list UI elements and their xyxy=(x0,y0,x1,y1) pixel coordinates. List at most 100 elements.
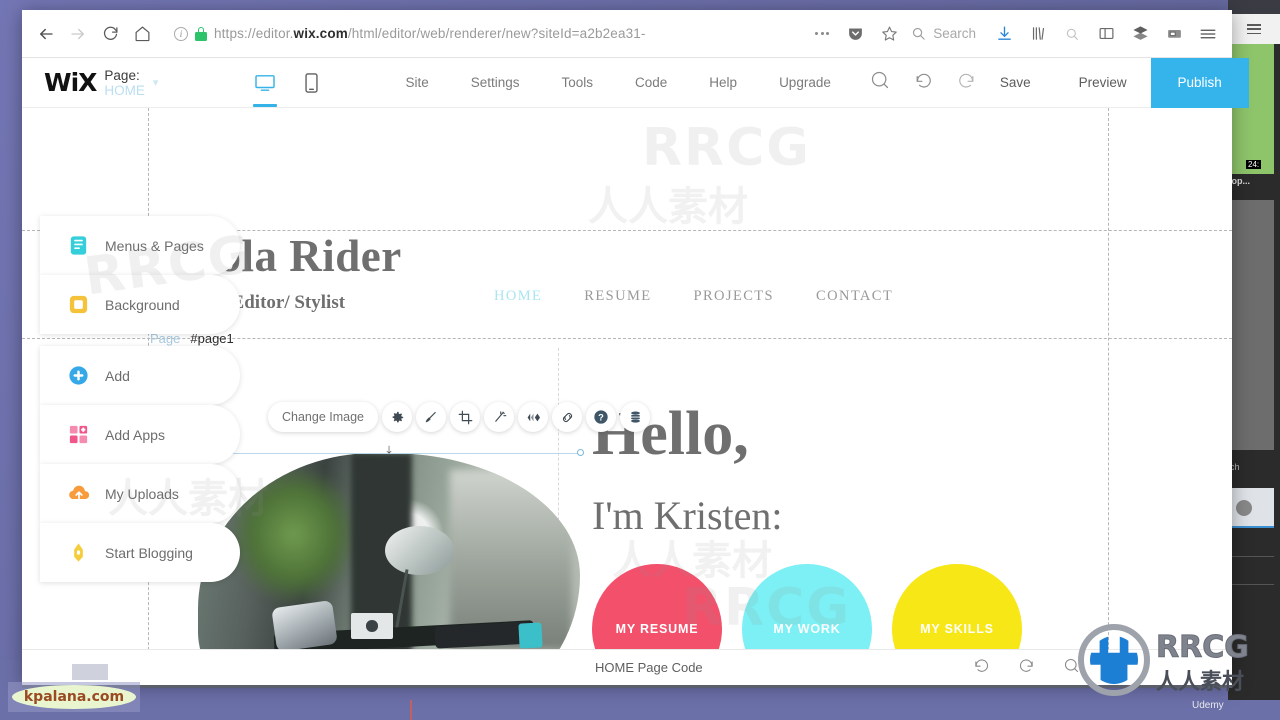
logo-text: RRCG xyxy=(1156,630,1250,666)
search-icon xyxy=(913,27,925,40)
watermark-kpalana-text: kpalana.com xyxy=(12,685,136,709)
address-bar[interactable]: i https://editor.wix.com/html/editor/web… xyxy=(164,18,801,50)
udemy-label: Udemy xyxy=(1192,700,1224,711)
circle-label: MY RESUME xyxy=(615,622,699,636)
panel-item-add[interactable]: Add xyxy=(40,346,240,405)
browser-search-field[interactable]: Search xyxy=(907,26,986,41)
panel-item-background[interactable]: Background xyxy=(40,275,240,334)
guide-right xyxy=(1108,108,1109,685)
panel-item-start-blogging[interactable]: Start Blogging xyxy=(40,523,240,582)
url-text: https://editor.wix.com/html/editor/web/r… xyxy=(214,26,646,41)
device-toggle xyxy=(250,67,326,107)
background-icon xyxy=(66,292,91,317)
watermark-kpalana: kpalana.com xyxy=(8,682,140,712)
panel-item-label: Menus & Pages xyxy=(105,237,204,254)
panel-item-my-uploads[interactable]: My Uploads xyxy=(40,464,240,523)
selection-handle[interactable] xyxy=(577,449,584,456)
brush-icon[interactable] xyxy=(416,402,447,432)
wix-editor-topbar: WiX Page: HOME ▾ Site Settings Tools Cod… xyxy=(22,57,1249,108)
home-icon[interactable] xyxy=(126,18,158,50)
downloads-icon[interactable] xyxy=(988,18,1020,50)
play-icon[interactable] xyxy=(1236,500,1252,516)
gear-icon[interactable] xyxy=(382,402,413,432)
add-apps-icon xyxy=(66,422,91,447)
redo-icon[interactable] xyxy=(1018,657,1035,679)
forward-arrow-icon[interactable] xyxy=(62,18,94,50)
magic-wand-icon[interactable] xyxy=(484,402,515,432)
menu-item-code[interactable]: Code xyxy=(614,75,688,90)
panel-item-label: Add Apps xyxy=(105,426,165,443)
pages-icon xyxy=(66,233,91,258)
background-window-divider xyxy=(1228,556,1274,557)
library-icon[interactable] xyxy=(1022,18,1054,50)
hero-heading-line2[interactable]: I'm Kristen: xyxy=(592,496,783,536)
panel-item-label: Add xyxy=(105,367,130,384)
zoom-out-icon[interactable] xyxy=(870,70,890,95)
sidebar-icon[interactable] xyxy=(1090,18,1122,50)
mobile-icon[interactable] xyxy=(296,67,326,99)
preview-button[interactable]: Preview xyxy=(1055,75,1151,90)
taskbar-indicator xyxy=(410,700,412,720)
taskbar-thumbnail[interactable] xyxy=(72,664,108,680)
sync-icon[interactable] xyxy=(1056,18,1088,50)
site-info-icon[interactable]: i xyxy=(174,26,188,41)
hamburger-menu-icon[interactable] xyxy=(1192,18,1224,50)
lock-icon[interactable] xyxy=(195,26,207,41)
editor-stage[interactable]: Nicola Rider ashion Editor/ Stylist HOME… xyxy=(22,108,1232,685)
publish-button[interactable]: Publish xyxy=(1150,57,1249,108)
help-icon[interactable]: ? xyxy=(586,402,617,432)
site-nav-resume[interactable]: RESUME xyxy=(584,288,651,305)
browser-toolbar-right: Search xyxy=(807,18,1224,50)
crop-icon[interactable] xyxy=(450,402,481,432)
site-nav-contact[interactable]: CONTACT xyxy=(816,288,893,305)
undo-icon[interactable] xyxy=(973,657,990,679)
svg-text:?: ? xyxy=(598,412,604,422)
hamburger-menu-icon[interactable] xyxy=(1247,24,1261,34)
screen: 24: rop... ch i https://editor.wix.com/h… xyxy=(0,0,1280,720)
uploads-icon xyxy=(66,481,91,506)
containers-icon[interactable] xyxy=(1124,18,1156,50)
panel-item-add-apps[interactable]: Add Apps xyxy=(40,405,240,464)
menu-item-site[interactable]: Site xyxy=(384,75,449,90)
menu-item-settings[interactable]: Settings xyxy=(450,75,541,90)
animation-icon[interactable] xyxy=(518,402,549,432)
panel-item-menus-and-pages[interactable]: Menus & Pages xyxy=(40,216,240,275)
change-image-button[interactable]: Change Image xyxy=(268,402,379,432)
site-nav-projects[interactable]: PROJECTS xyxy=(694,288,775,305)
desktop-icon[interactable] xyxy=(250,67,280,107)
database-icon[interactable] xyxy=(620,402,651,432)
circle-label: MY WORK xyxy=(773,622,841,636)
chevron-down-icon[interactable]: ▾ xyxy=(153,76,159,89)
panel-item-label: My Uploads xyxy=(105,485,179,502)
wix-logo[interactable]: WiX xyxy=(44,68,97,97)
search-placeholder: Search xyxy=(933,26,976,41)
window-bottom-edge xyxy=(22,685,1232,688)
browser-navigation-bar: i https://editor.wix.com/html/editor/web… xyxy=(22,10,1232,58)
site-nav-home[interactable]: HOME xyxy=(494,288,542,305)
menu-item-tools[interactable]: Tools xyxy=(541,75,615,90)
background-window-divider xyxy=(1228,584,1274,585)
bookmark-star-icon[interactable] xyxy=(873,18,905,50)
panel-item-label: Background xyxy=(105,296,180,313)
wix-menu: Site Settings Tools Code Help Upgrade xyxy=(384,75,851,90)
link-icon[interactable] xyxy=(552,402,583,432)
redo-icon[interactable] xyxy=(957,71,976,95)
udemy-badge: Udemy xyxy=(1192,700,1224,711)
background-window-titlebar xyxy=(1228,0,1280,14)
reload-icon[interactable] xyxy=(94,18,126,50)
save-button[interactable]: Save xyxy=(976,75,1055,90)
background-window-body xyxy=(1228,200,1274,450)
desktop-active-indicator xyxy=(253,104,278,107)
watermark-cn: 人人素材 xyxy=(588,184,748,230)
wix-editor-tools xyxy=(870,70,976,95)
undo-icon[interactable] xyxy=(914,71,933,95)
page-code-bar[interactable]: HOME Page Code xyxy=(22,649,1232,685)
back-arrow-icon[interactable] xyxy=(30,18,62,50)
pocket-icon[interactable] xyxy=(839,18,871,50)
menu-item-upgrade[interactable]: Upgrade xyxy=(758,75,852,90)
menu-item-help[interactable]: Help xyxy=(688,75,758,90)
current-page-label[interactable]: Page: HOME xyxy=(104,68,145,98)
screenshot-icon[interactable] xyxy=(1158,18,1190,50)
more-dots-icon[interactable] xyxy=(807,32,837,35)
download-arrow-icon[interactable]: ⤓ xyxy=(386,443,391,458)
